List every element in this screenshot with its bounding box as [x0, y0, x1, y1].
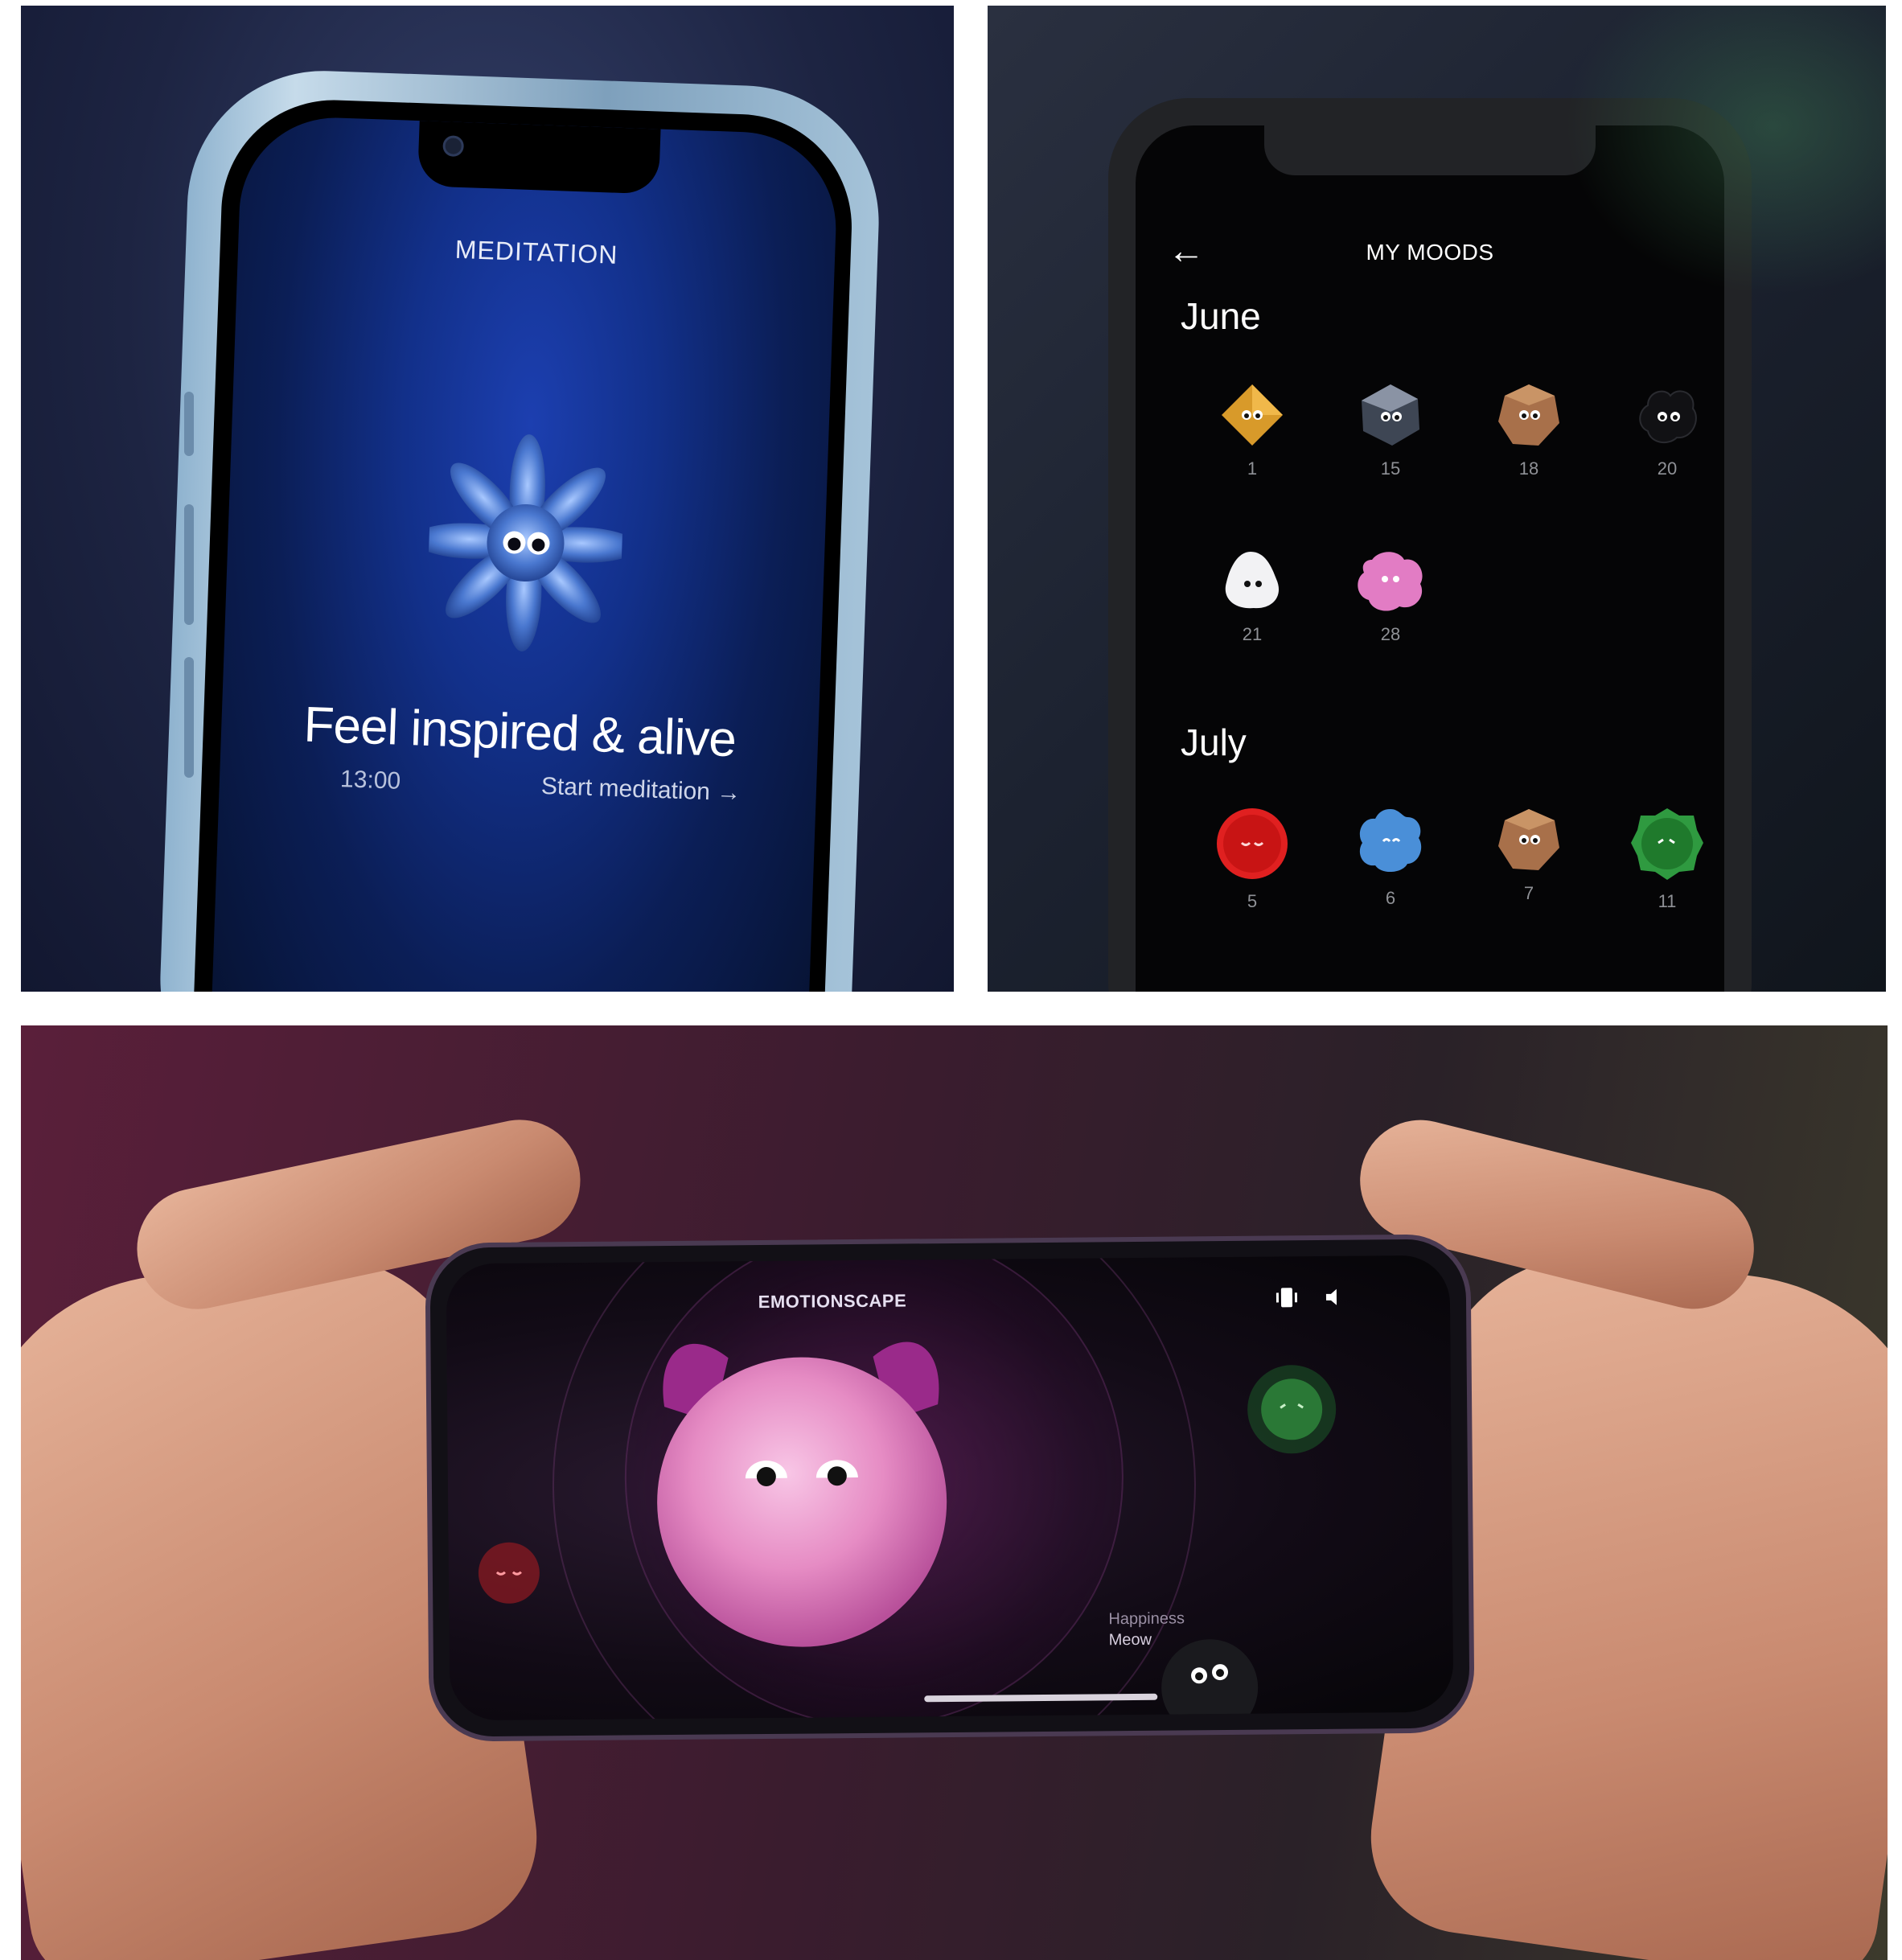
- creature-name: Meow: [1108, 1630, 1152, 1650]
- mood-day-number: 18: [1518, 458, 1539, 479]
- mood-day-number: 5: [1247, 891, 1258, 911]
- emotionscape-screen: EMOTIONSCAPE Happiness Meow: [446, 1255, 1454, 1721]
- phone-side-button: [184, 392, 194, 456]
- camera-icon: [442, 135, 465, 158]
- start-meditation-link[interactable]: Start meditation →: [540, 773, 741, 807]
- diamond-mood-icon: [1222, 384, 1283, 446]
- green-spiky-mood-icon: [1631, 808, 1703, 880]
- mood-day-item[interactable]: 21: [1192, 547, 1313, 645]
- mood-day-number: 21: [1242, 624, 1263, 644]
- home-indicator[interactable]: [924, 1693, 1158, 1703]
- phone-notch: [1264, 125, 1596, 175]
- screen-title: EMOTIONSCAPE: [758, 1290, 907, 1313]
- meditation-panel: MEDITATION Feel inspired & alive 13:00 S…: [21, 6, 954, 992]
- meditation-headline: Feel inspired & alive: [302, 696, 737, 768]
- mood-day-item[interactable]: 15: [1330, 381, 1451, 479]
- mood-day-item[interactable]: 11: [1607, 806, 1724, 912]
- red-creature-icon[interactable]: [473, 1536, 546, 1609]
- phone-side-button: [184, 504, 194, 625]
- red-fluffy-mood-icon: [1217, 808, 1288, 879]
- mood-day-number: 20: [1657, 458, 1678, 479]
- mood-day-item[interactable]: 28: [1330, 547, 1451, 645]
- emotionscape-panel: EMOTIONSCAPE Happiness Meow: [21, 1025, 1888, 1960]
- black-blob-mood-icon: [1639, 390, 1697, 444]
- mood-day-number: 28: [1380, 624, 1401, 644]
- mood-day-item[interactable]: 7: [1469, 806, 1589, 904]
- moods-screen: ← MY MOODS June 1 15 18 20 21 28 July 5 …: [1136, 125, 1724, 992]
- mood-day-number: 15: [1380, 458, 1401, 479]
- octopus-creature-icon: [425, 434, 626, 651]
- vibrate-icon[interactable]: [1275, 1285, 1299, 1309]
- mood-day-item[interactable]: 5: [1192, 806, 1313, 912]
- brown-rock-mood-icon: [1498, 809, 1559, 870]
- emotion-label: Happiness: [1108, 1609, 1185, 1629]
- pink-fluffy-mood-icon: [1358, 552, 1423, 611]
- phone-frame: ← MY MOODS June 1 15 18 20 21 28 July 5 …: [1108, 98, 1752, 992]
- gray-polyhedron-mood-icon: [1362, 384, 1419, 446]
- pink-cat-creature-icon[interactable]: [631, 1316, 972, 1657]
- screen-title: MEDITATION: [454, 234, 618, 269]
- month-heading: June: [1181, 295, 1261, 337]
- mood-day-number: 1: [1247, 458, 1258, 479]
- mood-day-number: 11: [1658, 891, 1677, 911]
- mood-day-item[interactable]: 1: [1192, 381, 1313, 479]
- phone-frame: EMOTIONSCAPE Happiness Meow: [425, 1234, 1475, 1742]
- meditation-screen: MEDITATION Feel inspired & alive 13:00 S…: [207, 114, 840, 992]
- sound-icon[interactable]: [1323, 1285, 1347, 1309]
- blue-flower-mood-icon: [1359, 809, 1422, 873]
- month-heading: July: [1181, 721, 1247, 763]
- brown-rock-mood-icon: [1498, 384, 1559, 446]
- meditation-duration: 13:00: [339, 766, 401, 795]
- mood-day-item[interactable]: 18: [1469, 381, 1589, 479]
- mood-day-item[interactable]: 6: [1330, 806, 1451, 909]
- mood-day-item[interactable]: 20: [1607, 381, 1724, 479]
- screen-title: MY MOODS: [1366, 240, 1494, 265]
- mood-day-number: 6: [1385, 888, 1396, 908]
- phone-side-button: [184, 657, 194, 778]
- green-creature-icon[interactable]: [1243, 1361, 1341, 1458]
- mood-day-number: 7: [1523, 883, 1534, 903]
- black-creature-icon[interactable]: [1157, 1635, 1263, 1721]
- white-blob-mood-icon: [1225, 552, 1280, 609]
- phone-notch: [417, 117, 661, 195]
- moods-panel: ← MY MOODS June 1 15 18 20 21 28 July 5 …: [988, 6, 1886, 992]
